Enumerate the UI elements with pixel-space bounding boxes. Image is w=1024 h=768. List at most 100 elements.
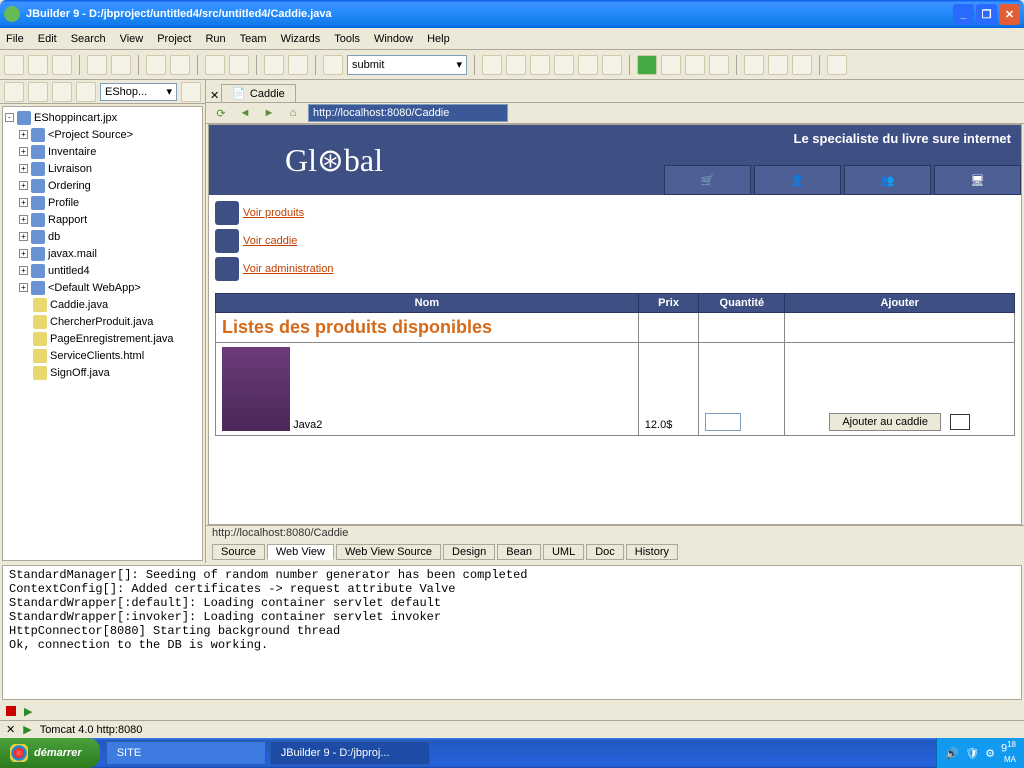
nav-cell-4[interactable]: 🖥 bbox=[934, 165, 1021, 195]
menu-tools[interactable]: Tools bbox=[334, 33, 360, 45]
step2-button[interactable] bbox=[709, 55, 729, 75]
tree-item[interactable]: +db bbox=[5, 228, 200, 245]
menu-window[interactable]: Window bbox=[374, 33, 413, 45]
copy-button[interactable] bbox=[87, 55, 107, 75]
project-dropdown[interactable]: EShop...▾ bbox=[100, 83, 177, 101]
server-play-icon[interactable]: ▶ bbox=[23, 723, 31, 736]
menu-run[interactable]: Run bbox=[205, 33, 225, 45]
tree-item[interactable]: -EShoppincart.jpx bbox=[5, 109, 200, 126]
nav-home-icon[interactable]: ⌂ bbox=[284, 104, 302, 122]
saveall-button[interactable] bbox=[170, 55, 190, 75]
tree-item[interactable]: +Inventaire bbox=[5, 143, 200, 160]
tree-item[interactable]: +Livraison bbox=[5, 160, 200, 177]
nav-cell-2[interactable]: 👤 bbox=[754, 165, 841, 195]
tree-item[interactable]: +Ordering bbox=[5, 177, 200, 194]
menu-edit[interactable]: Edit bbox=[38, 33, 57, 45]
project-tree[interactable]: -EShoppincart.jpx+<Project Source>+Inven… bbox=[2, 106, 203, 561]
open-button[interactable] bbox=[28, 55, 48, 75]
run-config-combo[interactable]: submit▾ bbox=[347, 55, 467, 75]
tab-caddie[interactable]: 📄 Caddie bbox=[221, 84, 296, 102]
view-tab-uml[interactable]: UML bbox=[543, 544, 584, 560]
replace-button[interactable] bbox=[288, 55, 308, 75]
fwd-button[interactable] bbox=[792, 55, 812, 75]
tb3[interactable] bbox=[530, 55, 550, 75]
system-tray[interactable]: 🔊 🛡 ⚙ 918 MA bbox=[936, 738, 1024, 768]
nav-cell-3[interactable]: 👥 bbox=[844, 165, 931, 195]
view-tab-web-view-source[interactable]: Web View Source bbox=[336, 544, 441, 560]
redo-button[interactable] bbox=[229, 55, 249, 75]
debug-button[interactable] bbox=[661, 55, 681, 75]
tray-icon[interactable]: 🛡 bbox=[965, 747, 979, 760]
tb6[interactable] bbox=[602, 55, 622, 75]
menu-project[interactable]: Project bbox=[157, 33, 191, 45]
start-button[interactable]: démarrer bbox=[0, 738, 100, 768]
find-button[interactable] bbox=[264, 55, 284, 75]
tree-item[interactable]: ChercherProduit.java bbox=[5, 313, 200, 330]
view-tab-web-view[interactable]: Web View bbox=[267, 544, 334, 560]
back-button[interactable] bbox=[768, 55, 788, 75]
nav-back-button[interactable] bbox=[323, 55, 343, 75]
tree-item[interactable]: Caddie.java bbox=[5, 296, 200, 313]
proj-btn2[interactable] bbox=[28, 82, 48, 102]
close-button[interactable]: ✕ bbox=[999, 4, 1020, 25]
save-button[interactable] bbox=[146, 55, 166, 75]
menu-file[interactable]: File bbox=[6, 33, 24, 45]
proj-btn1[interactable] bbox=[4, 82, 24, 102]
quantity-input[interactable] bbox=[705, 413, 741, 431]
tb5[interactable] bbox=[578, 55, 598, 75]
menu-view[interactable]: View bbox=[120, 33, 144, 45]
view-tab-design[interactable]: Design bbox=[443, 544, 495, 560]
tree-item[interactable]: +javax.mail bbox=[5, 245, 200, 262]
open2-button[interactable] bbox=[52, 55, 72, 75]
add-to-cart-button[interactable]: Ajouter au caddie bbox=[829, 413, 941, 431]
tree-item[interactable]: +untitled4 bbox=[5, 262, 200, 279]
proj-btn3[interactable] bbox=[52, 82, 72, 102]
nav-fwd-icon[interactable]: ► bbox=[260, 104, 278, 122]
nav-back-icon[interactable]: ◄ bbox=[236, 104, 254, 122]
nav-link[interactable]: Voir produits bbox=[243, 207, 304, 219]
taskbar-button[interactable]: SITE bbox=[106, 741, 266, 765]
menu-wizards[interactable]: Wizards bbox=[281, 33, 321, 45]
tree-item[interactable]: +Profile bbox=[5, 194, 200, 211]
view-tab-source[interactable]: Source bbox=[212, 544, 265, 560]
menu-help[interactable]: Help bbox=[427, 33, 450, 45]
step-button[interactable] bbox=[685, 55, 705, 75]
tree-item[interactable]: +<Project Source> bbox=[5, 126, 200, 143]
tree-item[interactable]: +Rapport bbox=[5, 211, 200, 228]
tb4[interactable] bbox=[554, 55, 574, 75]
home-button[interactable] bbox=[744, 55, 764, 75]
tray-icon[interactable]: ⚙ bbox=[985, 747, 995, 760]
nav-cell-1[interactable]: 🛒 bbox=[664, 165, 751, 195]
undo-button[interactable] bbox=[205, 55, 225, 75]
tree-item[interactable]: +<Default WebApp> bbox=[5, 279, 200, 296]
proj-btn5[interactable] bbox=[181, 82, 201, 102]
menu-search[interactable]: Search bbox=[71, 33, 106, 45]
tree-item[interactable]: SignOff.java bbox=[5, 364, 200, 381]
tree-item[interactable]: PageEnregistrement.java bbox=[5, 330, 200, 347]
view-tab-bean[interactable]: Bean bbox=[497, 544, 541, 560]
close-console-icon[interactable]: ✕ bbox=[6, 723, 15, 736]
new-button[interactable] bbox=[4, 55, 24, 75]
nav-refresh-icon[interactable]: ⟳ bbox=[212, 104, 230, 122]
menu-team[interactable]: Team bbox=[240, 33, 267, 45]
taskbar-button[interactable]: JBuilder 9 - D:/jbproj... bbox=[270, 741, 430, 765]
run-button[interactable] bbox=[637, 55, 657, 75]
minimize-button[interactable]: _ bbox=[953, 4, 974, 25]
view-tab-history[interactable]: History bbox=[626, 544, 678, 560]
nav-link[interactable]: Voir administration bbox=[243, 263, 334, 275]
view-tab-doc[interactable]: Doc bbox=[586, 544, 624, 560]
play-button[interactable]: ▶ bbox=[24, 705, 32, 718]
tb1[interactable] bbox=[482, 55, 502, 75]
stop-button[interactable] bbox=[6, 706, 16, 716]
tree-item[interactable]: ServiceClients.html bbox=[5, 347, 200, 364]
paste-button[interactable] bbox=[111, 55, 131, 75]
proj-btn4[interactable] bbox=[76, 82, 96, 102]
maximize-button[interactable]: ❐ bbox=[976, 4, 997, 25]
run-controls: ▶ bbox=[0, 702, 1024, 720]
nav-link[interactable]: Voir caddie bbox=[243, 235, 297, 247]
url-input[interactable]: http://localhost:8080/Caddie bbox=[308, 104, 508, 122]
close-tab-icon[interactable]: ✕ bbox=[210, 89, 219, 102]
tb2[interactable] bbox=[506, 55, 526, 75]
refresh-button[interactable] bbox=[827, 55, 847, 75]
tray-icon[interactable]: 🔊 bbox=[945, 747, 959, 760]
